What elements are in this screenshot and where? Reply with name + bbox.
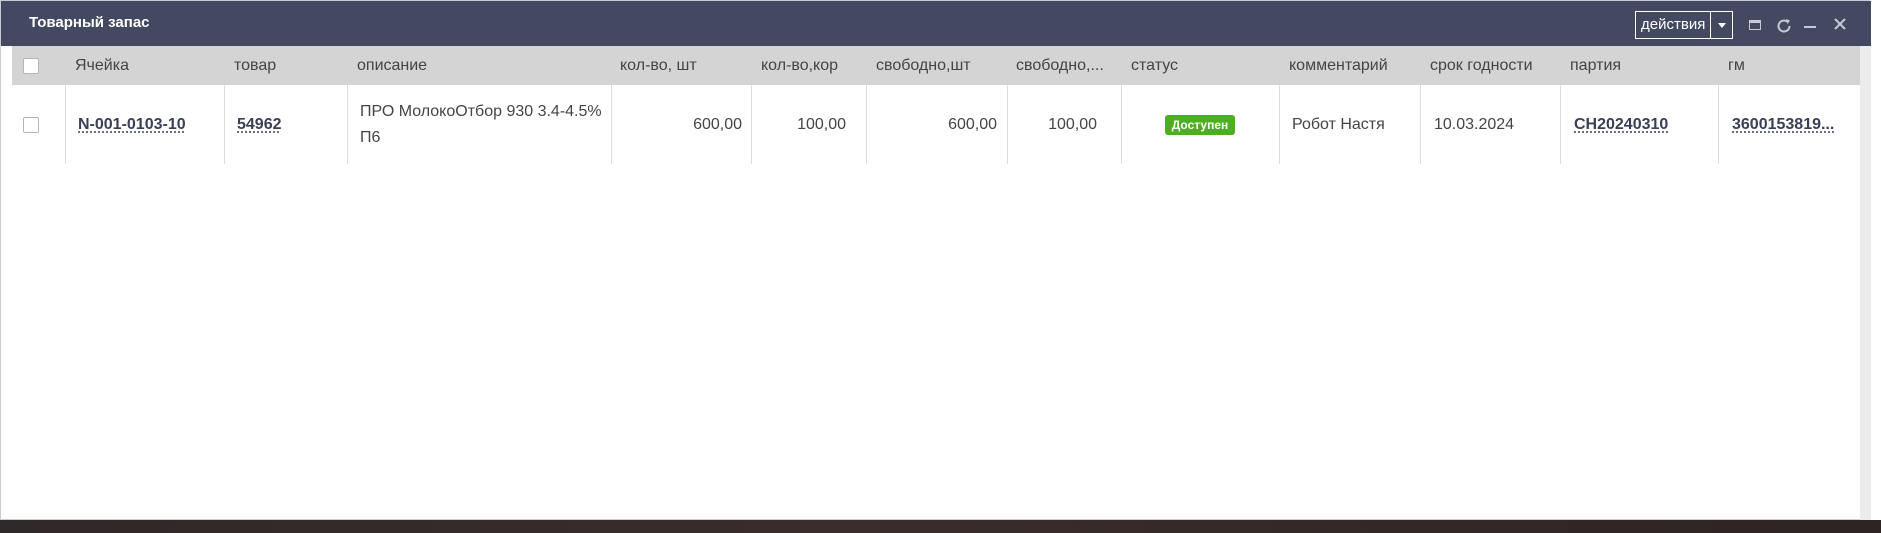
taskbar-strip — [0, 520, 1881, 533]
cell-gm: 3600153819... — [1732, 85, 1857, 164]
column-divider — [224, 85, 225, 164]
column-header-comment[interactable]: комментарий — [1289, 46, 1424, 85]
column-header-item[interactable]: товар — [234, 46, 344, 85]
actions-menu[interactable]: действия — [1635, 11, 1734, 39]
column-divider — [1718, 85, 1719, 164]
column-header-free-boxes[interactable]: свободно,... — [1016, 46, 1121, 85]
cell-status: Доступен — [1121, 85, 1279, 164]
location-link[interactable]: N-001-0103-10 — [78, 116, 186, 134]
cell-location-cell: N-001-0103-10 — [78, 85, 218, 164]
column-header-gm[interactable]: гм — [1728, 46, 1848, 85]
column-header-description[interactable]: описание — [357, 46, 612, 85]
batch-link[interactable]: CH20240310 — [1574, 116, 1668, 134]
description-text: ПРО МолокоОтбор 930 3.4-4.5% П6 — [360, 102, 602, 146]
cell-qty-boxes: 100,00 — [797, 115, 846, 133]
cell-description: ПРО МолокоОтбор 930 3.4-4.5% П6 — [360, 85, 605, 164]
maximize-icon[interactable] — [1749, 20, 1761, 30]
column-divider — [1560, 85, 1561, 164]
cell-qty-pcs: 600,00 — [693, 115, 742, 133]
cell-item: 54962 — [237, 85, 342, 164]
column-header-free-pcs[interactable]: свободно,шт — [876, 46, 1011, 85]
column-divider — [1279, 85, 1280, 164]
column-divider — [347, 85, 348, 164]
cell-batch: CH20240310 — [1574, 85, 1714, 164]
cell-free-boxes: 100,00 — [1048, 115, 1097, 133]
column-header-qty-pcs[interactable]: кол-во, шт — [620, 46, 750, 85]
grid-header: Ячейка товар описание кол-во, шт кол-во,… — [12, 46, 1860, 85]
column-divider — [1420, 85, 1421, 164]
cell-expiry: 10.03.2024 — [1434, 115, 1515, 133]
column-header-status[interactable]: статус — [1131, 46, 1276, 85]
cell-comment: Робот Настя — [1292, 115, 1385, 133]
column-header-batch[interactable]: партия — [1570, 46, 1720, 85]
status-badge: Доступен — [1164, 114, 1236, 135]
close-icon[interactable] — [1833, 17, 1847, 36]
minimize-icon[interactable] — [1804, 26, 1816, 28]
caret-down-icon — [1717, 22, 1726, 28]
column-header-cell[interactable]: Ячейка — [75, 46, 225, 85]
window-title: Товарный запас — [29, 14, 150, 31]
select-all-checkbox[interactable] — [23, 58, 39, 74]
item-link[interactable]: 54962 — [237, 116, 282, 134]
row-checkbox[interactable] — [23, 117, 39, 133]
actions-button[interactable]: действия — [1635, 11, 1712, 39]
stock-window: Товарный запас действия Ячейка товар опи… — [0, 0, 1871, 521]
column-divider — [65, 85, 66, 164]
cell-free-pcs: 600,00 — [948, 115, 997, 133]
gm-link[interactable]: 3600153819... — [1732, 116, 1834, 134]
actions-dropdown-button[interactable] — [1711, 11, 1734, 39]
window-titlebar: Товарный запас действия — [1, 1, 1871, 46]
column-header-qty-boxes[interactable]: кол-во,кор — [761, 46, 871, 85]
column-header-expiry[interactable]: срок годности — [1430, 46, 1565, 85]
refresh-icon[interactable] — [1775, 17, 1793, 40]
vertical-scrollbar[interactable] — [1860, 46, 1871, 521]
